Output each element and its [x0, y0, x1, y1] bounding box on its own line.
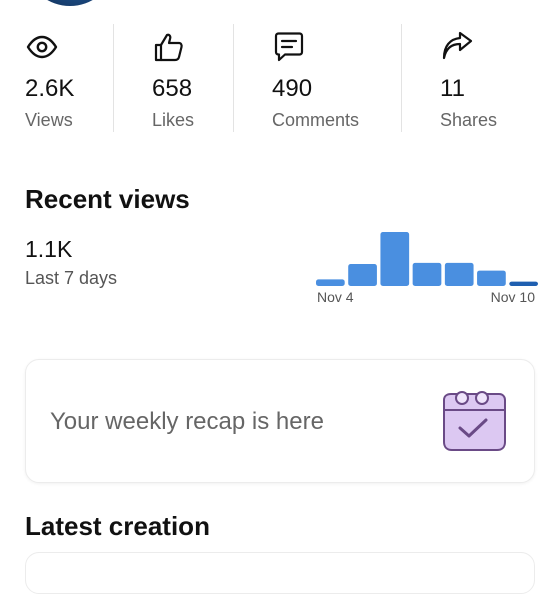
- recent-views-total: 1.1K: [25, 236, 73, 262]
- divider: [401, 24, 402, 132]
- comments-label: Comments: [272, 110, 360, 130]
- chart-bar-nov-10: [509, 281, 538, 286]
- recap-text: Your weekly recap is here: [50, 408, 324, 435]
- recent-views-chart[interactable]: Nov 4 Nov 10: [316, 230, 538, 310]
- chart-end-label: Nov 10: [490, 289, 535, 305]
- thumbs-up-icon: [154, 33, 183, 62]
- chart-bar-nov-4: [316, 279, 345, 286]
- chart-bar-nov-9: [477, 270, 506, 286]
- chart-bar-nov-8: [444, 262, 474, 286]
- calendar-check-icon: [443, 391, 506, 451]
- likes-label: Likes: [152, 110, 195, 130]
- comment-icon: [274, 32, 304, 62]
- chart-bar-nov-7: [412, 262, 442, 286]
- comments-count: 490: [272, 75, 313, 102]
- divider: [113, 24, 114, 132]
- recent-views-period: Last 7 days: [25, 268, 118, 288]
- bar-chart: [316, 232, 538, 286]
- divider: [233, 24, 234, 132]
- chart-bar-nov-5: [348, 263, 377, 286]
- recent-views-title: Recent views: [25, 184, 190, 214]
- latest-creation-title: Latest creation: [25, 511, 210, 541]
- share-icon: [442, 31, 473, 60]
- shares-count: 11: [440, 75, 465, 102]
- views-label: Views: [25, 110, 73, 130]
- chart-start-label: Nov 4: [317, 289, 354, 305]
- stats-row: 2.6K Views 658 Likes 490 Comments 11 Sha…: [0, 24, 560, 134]
- likes-count: 658: [152, 75, 193, 102]
- weekly-recap-card[interactable]: Your weekly recap is here: [25, 359, 535, 483]
- chart-bar-nov-6: [380, 232, 410, 286]
- latest-creation-card[interactable]: [25, 552, 535, 594]
- shares-label: Shares: [440, 110, 498, 130]
- eye-icon: [26, 35, 58, 59]
- avatar[interactable]: [30, 0, 110, 6]
- views-count: 2.6K: [25, 75, 75, 102]
